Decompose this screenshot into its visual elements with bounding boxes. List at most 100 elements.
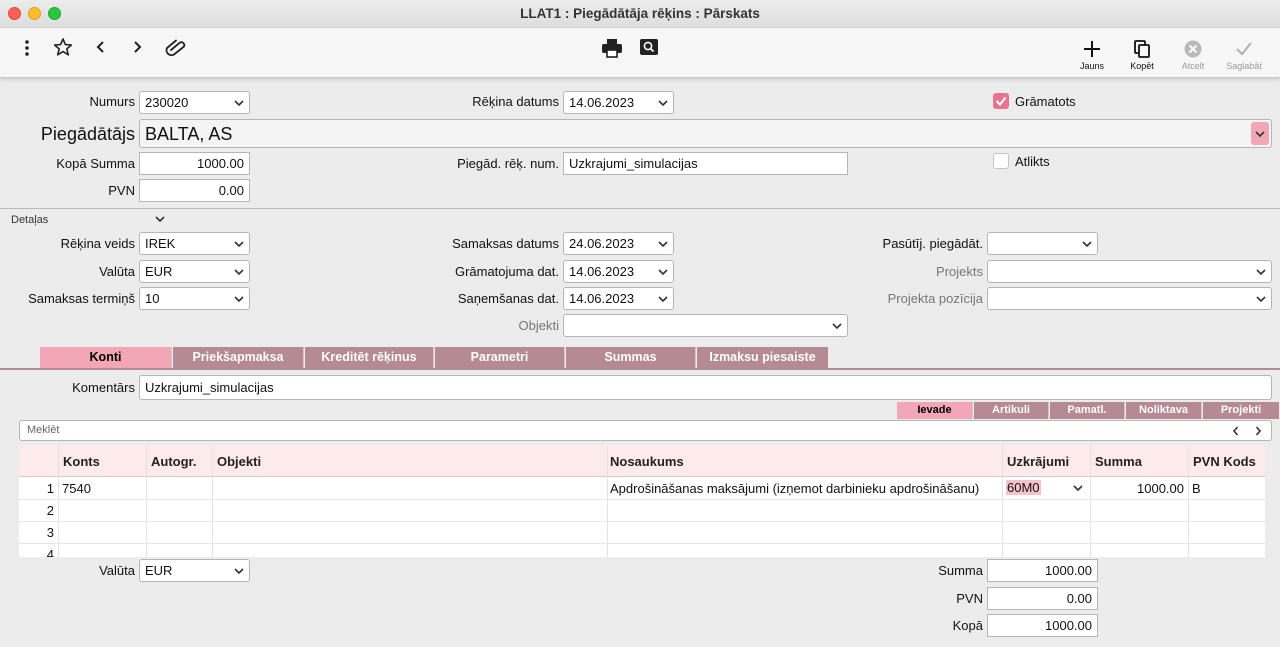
grid-header: Konts Autogr. Objekti Nosaukums Uzkrājum… [19,445,1265,477]
postponed-label: Atlikts [1015,154,1050,169]
cell-summa[interactable]: 1000.00 [1092,481,1184,496]
subtab-articles[interactable]: Artikuli [974,402,1049,419]
project-position-label: Projekta pozīcija [887,291,983,306]
comment-label: Komentārs [72,380,135,395]
chevron-left-icon[interactable] [1229,424,1243,438]
chevron-down-icon [658,241,668,248]
supplier-label: Piegādātājs [40,124,135,144]
subtab-warehouse[interactable]: Noliktava [1126,402,1202,419]
cell-konts[interactable]: 7540 [62,481,144,496]
invoice-type-combo[interactable]: IREK [139,232,250,255]
column-header-konts[interactable]: Konts [63,454,100,469]
invoice-date-combo[interactable]: 14.06.2023 [563,91,674,114]
row-number: 3 [46,525,54,540]
save-button[interactable]: Saglabāt [1223,37,1265,73]
chevron-down-icon[interactable] [154,213,166,225]
column-header-objekti[interactable]: Objekti [217,454,261,469]
supplier-value: BALTA, AS [145,124,233,144]
window-title: LLAT1 : Piegādātāja rēķins : Pārskats [520,6,760,21]
copy-button[interactable]: Kopēt [1124,37,1160,73]
supplier-invoice-number-field[interactable]: Uzkrajumi_simulacijas [563,152,848,175]
star-icon[interactable] [53,37,73,57]
new-button-label: Jauns [1079,61,1105,71]
search-placeholder: Meklēt [27,424,60,436]
footer-currency-combo[interactable]: EUR [139,559,250,582]
printer-icon[interactable] [601,38,623,58]
column-header-autogr[interactable]: Autogr. [151,454,197,469]
posting-date-label: Grāmatojuma dat. [454,264,559,279]
more-vert-icon[interactable] [18,38,36,58]
column-header-nosaukums[interactable]: Nosaukums [610,454,684,469]
row-number: 2 [46,503,54,518]
chevron-right-icon[interactable] [1251,424,1265,438]
cell-uzkrajumi-combo[interactable]: 60M0 [1004,478,1088,498]
chevron-down-icon [1073,485,1083,492]
chevron-down-icon [234,568,244,575]
receipt-date-value: 14.06.2023 [569,291,635,306]
tab-konti[interactable]: Konti [40,347,172,368]
tab-underline [0,368,1280,370]
supplier-combo[interactable]: BALTA, AS [139,119,1272,148]
cell-pvn-kods[interactable]: B [1192,481,1262,496]
cell-uzkrajumi: 60M0 [1006,480,1041,495]
tab-sums[interactable]: Summas [566,347,696,368]
search-input[interactable]: Meklēt [19,420,1272,441]
postponed-checkbox[interactable] [993,153,1009,169]
cancel-button[interactable]: Atcelt [1174,37,1212,73]
number-combo[interactable]: 230020 [139,91,250,114]
tab-cost-allocation[interactable]: Izmaksu piesaiste [697,347,828,368]
payment-term-combo[interactable]: 10 [139,287,250,310]
payment-date-label: Samaksas datums [452,236,559,251]
column-header-pvn-kods[interactable]: PVN Kods [1193,454,1256,469]
order-supplier-combo[interactable] [987,232,1098,255]
save-button-label: Saglabāt [1226,61,1262,71]
project-label: Projekts [936,264,983,279]
row-number: 4 [46,547,54,557]
title-bar: LLAT1 : Piegādātāja rēķins : Pārskats [0,0,1280,28]
divider [0,208,1280,209]
footer-vat-field[interactable]: 0.00 [987,587,1098,610]
invoice-date-label: Rēķina datums [472,94,559,109]
chevron-down-icon [658,269,668,276]
preview-icon[interactable] [639,38,659,56]
copy-icon [1134,40,1150,58]
total-field[interactable]: 1000.00 [139,152,250,175]
tab-prepayment[interactable]: Priekšapmaksa [173,347,304,368]
chevron-down-icon [1256,296,1266,303]
cancel-button-label: Atcelt [1181,61,1205,71]
posting-date-combo[interactable]: 14.06.2023 [563,260,674,283]
total-label: Kopā Summa [56,156,135,171]
chevron-down-icon [658,100,668,107]
receipt-date-combo[interactable]: 14.06.2023 [563,287,674,310]
invoice-date-value: 14.06.2023 [569,95,635,110]
booked-label: Grāmatots [1015,94,1076,109]
comment-field[interactable]: Uzkrajumi_simulacijas [139,375,1272,400]
chevron-down-icon [234,100,244,107]
supplier-dropdown-button[interactable] [1251,122,1269,145]
chevron-left-icon[interactable] [92,38,110,56]
column-header-summa[interactable]: Summa [1095,454,1142,469]
project-combo[interactable] [987,260,1272,283]
order-supplier-label: Pasūtīj. piegādāt. [882,236,983,251]
subtab-fixed-assets[interactable]: Pamatl. [1050,402,1125,419]
footer-total-field[interactable]: 1000.00 [987,614,1098,637]
booked-checkbox[interactable] [993,93,1009,109]
column-header-uzkrajumi[interactable]: Uzkrājumi [1007,454,1069,469]
subtab-projects[interactable]: Projekti [1203,402,1279,419]
currency-value: EUR [145,264,173,279]
footer-sum-field[interactable]: 1000.00 [987,559,1098,582]
cell-nosaukums[interactable]: Apdrošināšanas maksājumi (izņemot darbin… [610,481,1001,496]
payment-date-combo[interactable]: 24.06.2023 [563,232,674,255]
tab-parameters[interactable]: Parametri [435,347,565,368]
tab-credit-invoices[interactable]: Kreditēt rēķinus [305,347,434,368]
chevron-right-icon[interactable] [128,38,146,56]
new-button[interactable]: Jauns [1074,37,1110,73]
vat-field[interactable]: 0.00 [139,179,250,202]
project-position-combo[interactable] [987,287,1272,310]
subtab-input[interactable]: Ievade [897,402,973,419]
paperclip-icon[interactable] [163,38,187,57]
number-label: Numurs [89,94,135,109]
objects-combo[interactable] [563,314,848,337]
footer-sum-label: Summa [938,563,983,578]
currency-combo[interactable]: EUR [139,260,250,283]
